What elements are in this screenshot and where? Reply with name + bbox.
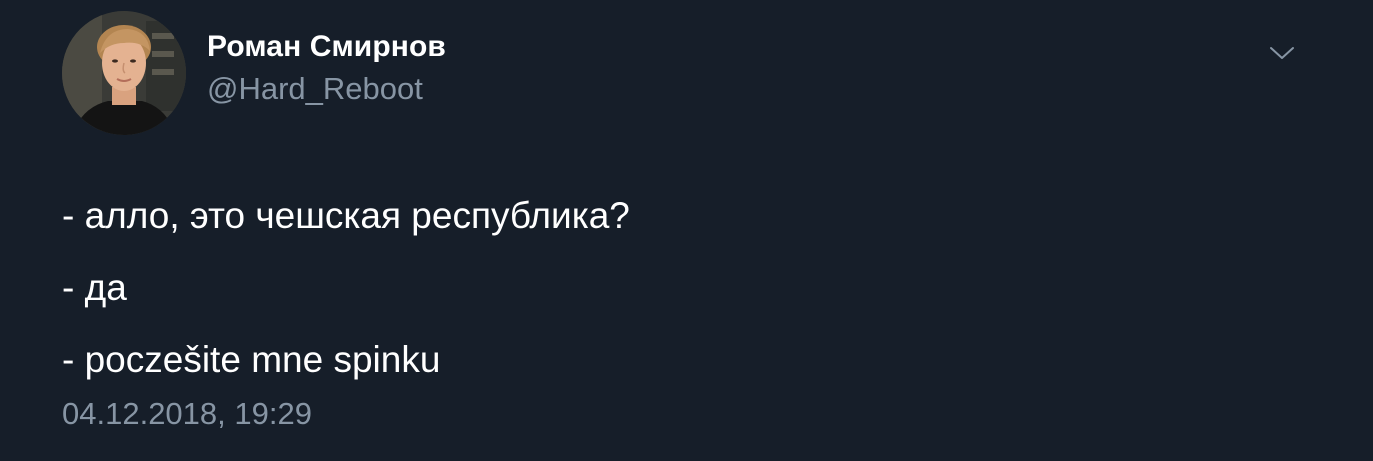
tweet-card: Роман Смирнов @Hard_Reboot - алло, это ч…: [0, 0, 1373, 461]
more-options-button[interactable]: [1264, 38, 1300, 68]
avatar-image: [62, 11, 186, 135]
chevron-down-icon: [1270, 47, 1294, 59]
avatar[interactable]: [62, 11, 186, 135]
tweet-line: - алло, это чешская республика?: [62, 195, 630, 236]
author-handle[interactable]: @Hard_Reboot: [207, 71, 423, 107]
author-name[interactable]: Роман Смирнов: [207, 30, 446, 64]
tweet-text: - алло, это чешская республика? - да - p…: [62, 192, 1312, 408]
tweet-line: - poczešite mne spinku: [62, 339, 441, 380]
tweet-line: - да: [62, 267, 127, 308]
tweet-timestamp[interactable]: 04.12.2018, 19:29: [62, 396, 312, 432]
